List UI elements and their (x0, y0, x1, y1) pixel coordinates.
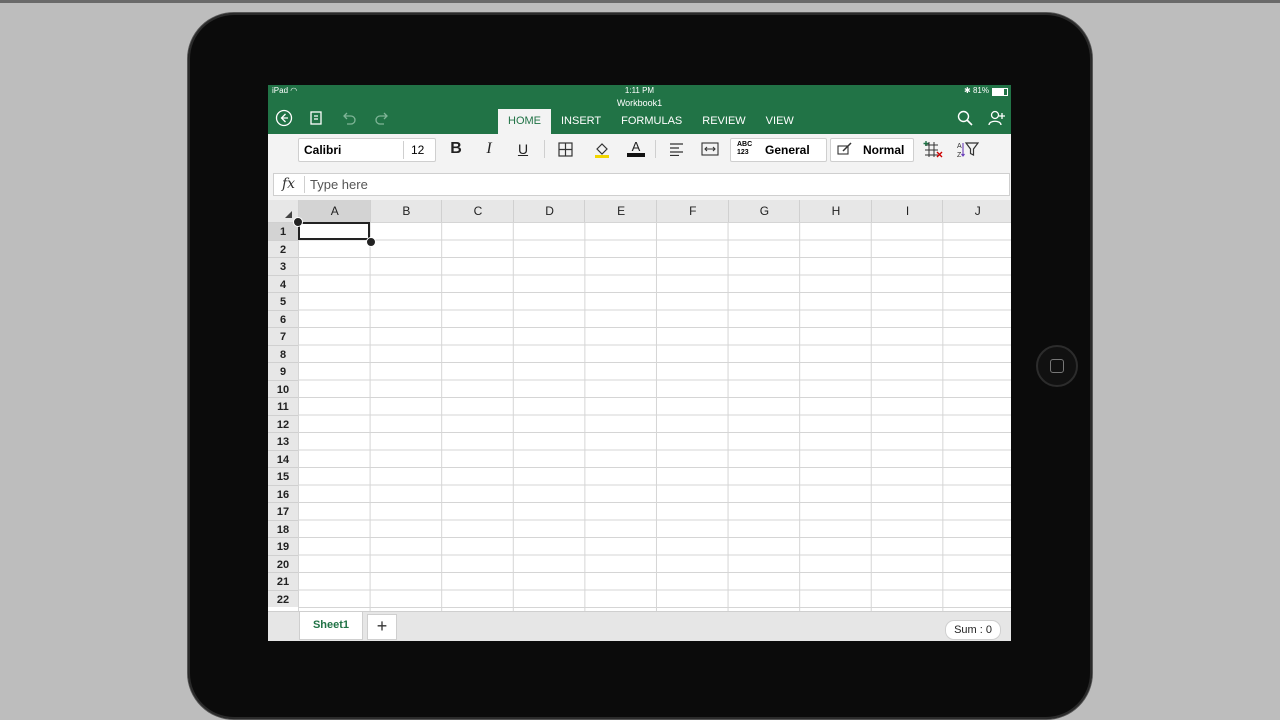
tab-view[interactable]: VIEW (756, 109, 804, 134)
row-header[interactable]: 8 (268, 344, 298, 362)
share-person-icon[interactable] (986, 107, 1008, 129)
number-format-icon: ABC 123 (737, 141, 753, 156)
column-headers: A B C D E F G H I J (268, 200, 1011, 222)
column-header-f[interactable]: F (656, 200, 729, 222)
row-header[interactable]: 14 (268, 449, 298, 467)
sheet-bar: Sheet1 + Sum : 0 (268, 611, 1011, 641)
selection-handle-top-left[interactable] (293, 217, 303, 227)
ribbon-tabs: HOME INSERT FORMULAS REVIEW VIEW (498, 109, 804, 134)
row-header[interactable]: 3 (268, 257, 298, 275)
underline-button[interactable]: U (513, 138, 533, 160)
clock: 1:11 PM (624, 86, 655, 95)
row-header[interactable]: 6 (268, 309, 298, 327)
battery-icon (992, 88, 1008, 96)
column-header-d[interactable]: D (512, 200, 586, 222)
app-header: iPad ◠ 1:11 PM ✱ 81% Workbook1 HOME INSE… (268, 85, 1011, 134)
row-headers: 1 2 3 4 5 6 7 8 9 10 11 12 13 14 15 16 1… (268, 222, 1011, 611)
align-left-icon[interactable] (666, 138, 686, 160)
status-bar: iPad ◠ 1:11 PM ✱ 81% (268, 85, 1011, 97)
svg-text:A: A (957, 143, 962, 150)
column-header-c[interactable]: C (441, 200, 514, 222)
redo-icon[interactable] (371, 107, 393, 129)
undo-icon[interactable] (338, 107, 360, 129)
sum-status[interactable]: Sum : 0 (945, 620, 1001, 640)
cell-style-icon (837, 142, 853, 159)
row-header[interactable]: 21 (268, 572, 298, 590)
function-icon[interactable]: fx (282, 176, 295, 192)
tab-review[interactable]: REVIEW (692, 109, 755, 134)
column-header-h[interactable]: H (799, 200, 872, 222)
svg-text:Z: Z (957, 152, 962, 158)
number-format-label: General (765, 143, 810, 157)
italic-button[interactable]: I (479, 138, 499, 160)
active-cell-a1[interactable] (298, 222, 370, 240)
column-header-b[interactable]: B (369, 200, 443, 222)
window-top-edge (0, 0, 1280, 3)
cell-style-label: Normal (863, 143, 905, 157)
fill-color-icon[interactable] (592, 138, 612, 160)
row-header[interactable]: 20 (268, 554, 298, 572)
row-header[interactable]: 13 (268, 432, 298, 450)
row-header[interactable]: 4 (268, 274, 298, 292)
number-format-button[interactable]: ABC 123 General (730, 138, 827, 162)
add-sheet-button[interactable]: + (367, 614, 397, 640)
sheet-tab-sheet1[interactable]: Sheet1 (299, 612, 363, 640)
row-header[interactable]: 22 (268, 589, 298, 607)
bluetooth-icon: ✱ (964, 86, 971, 95)
bold-button[interactable]: B (446, 138, 466, 160)
search-icon[interactable] (954, 107, 976, 129)
excel-app: iPad ◠ 1:11 PM ✱ 81% Workbook1 HOME INSE… (268, 85, 1011, 641)
font-selector[interactable]: Calibri 12 (298, 138, 436, 162)
formula-input[interactable]: Type here (310, 177, 368, 192)
row-header[interactable]: 2 (268, 239, 298, 257)
font-size[interactable]: 12 (411, 143, 424, 157)
row-header[interactable]: 9 (268, 362, 298, 380)
sort-filter-icon[interactable]: AZ (956, 138, 980, 160)
row-header[interactable]: 10 (268, 379, 298, 397)
row-header[interactable]: 18 (268, 519, 298, 537)
home-toolbar: Calibri 12 B I U A ABC 123 General Norma… (268, 134, 1011, 166)
back-icon[interactable] (273, 107, 295, 129)
font-name: Calibri (304, 143, 342, 157)
row-header[interactable]: 5 (268, 292, 298, 310)
borders-icon[interactable] (555, 138, 575, 160)
home-button-icon (1050, 359, 1064, 373)
insert-delete-cells-icon[interactable] (922, 138, 944, 160)
row-header[interactable]: 11 (268, 397, 298, 415)
row-header[interactable]: 19 (268, 537, 298, 555)
file-icon[interactable] (305, 107, 327, 129)
column-header-g[interactable]: G (727, 200, 801, 222)
column-header-a[interactable]: A (298, 200, 371, 222)
row-header[interactable]: 16 (268, 484, 298, 502)
cell-styles-button[interactable]: Normal (830, 138, 914, 162)
column-header-i[interactable]: I (870, 200, 944, 222)
selection-handle-bottom-right[interactable] (366, 237, 376, 247)
tab-formulas[interactable]: FORMULAS (611, 109, 692, 134)
font-color-button[interactable]: A (626, 138, 646, 160)
formula-input-box[interactable]: fx Type here (273, 173, 1010, 196)
column-header-e[interactable]: E (584, 200, 657, 222)
tab-home[interactable]: HOME (498, 109, 551, 134)
battery-percent: ✱ 81% (964, 86, 989, 95)
merge-cells-icon[interactable] (700, 138, 720, 160)
row-header[interactable]: 17 (268, 502, 298, 520)
tab-insert[interactable]: INSERT (551, 109, 611, 134)
row-header[interactable]: 12 (268, 414, 298, 432)
column-header-j[interactable]: J (942, 200, 1011, 222)
row-header[interactable]: 15 (268, 467, 298, 485)
formula-bar: fx Type here (268, 165, 1011, 201)
home-button[interactable] (1036, 345, 1078, 387)
row-header[interactable]: 7 (268, 327, 298, 345)
